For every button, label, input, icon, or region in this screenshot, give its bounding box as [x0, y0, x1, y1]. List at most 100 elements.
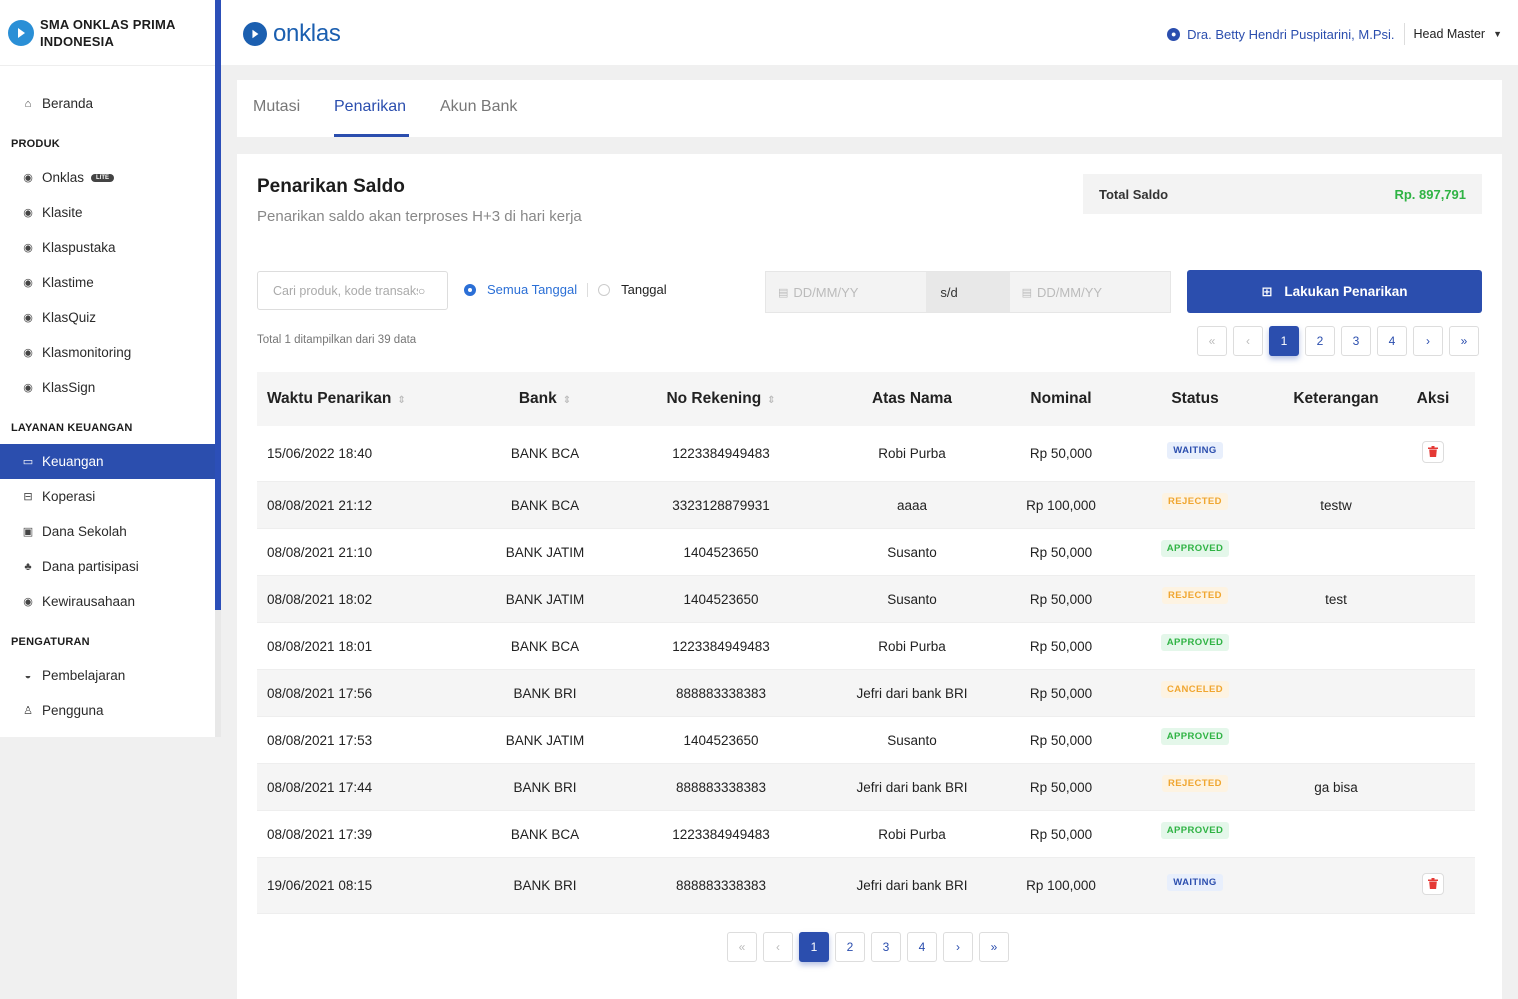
search-input[interactable] [273, 283, 418, 298]
cell-status: CANCELED [1115, 681, 1275, 702]
delete-button[interactable] [1422, 872, 1444, 895]
page-button-3[interactable]: 3 [1341, 326, 1371, 356]
delete-button[interactable] [1422, 440, 1444, 463]
last-page-button[interactable]: » [979, 932, 1009, 962]
klasquiz-icon: ◉ [23, 312, 33, 324]
sidebar-nav: ⌂ Beranda PRODUK ◉ Onklas LITE ◉ Klasite… [0, 66, 216, 728]
status-badge: WAITING [1167, 873, 1223, 891]
date-from-placeholder: DD/MM/YY [793, 284, 859, 300]
sidebar-section-pengaturan: PENGATURAN [11, 635, 90, 648]
user-role[interactable]: Head Master [1414, 27, 1486, 41]
trash-icon [1428, 446, 1438, 457]
sidebar-item-beranda[interactable]: ⌂ Beranda [0, 86, 216, 121]
first-page-button[interactable]: « [1197, 326, 1227, 356]
status-badge: APPROVED [1160, 822, 1230, 839]
table-row: 08/08/2021 17:39 BANK BCA 1223384949483 Rob… [257, 811, 1475, 858]
cell-time: 08/08/2021 17:44 [267, 779, 373, 795]
sidebar-item-label: Beranda [42, 96, 94, 111]
sort-icon[interactable]: ⇕ [397, 395, 405, 406]
status-badge: REJECTED [1162, 493, 1228, 510]
radio-all-dates-label[interactable]: Semua Tanggal [487, 282, 577, 297]
radio-all-dates[interactable] [464, 283, 476, 296]
sidebar-item-klasmonitoring[interactable]: ◉ Klasmonitoring [0, 335, 216, 370]
sidebar-scrollbar-thumb[interactable] [215, 0, 221, 610]
last-page-button[interactable]: » [1449, 326, 1479, 356]
column-header[interactable]: No Rekening ⇕ [625, 390, 817, 408]
status-badge: REJECTED [1162, 775, 1228, 792]
sidebar-item-dana-sekolah[interactable]: ▣ Dana Sekolah [0, 514, 216, 549]
home-icon: ⌂ [24, 97, 32, 110]
search-icon[interactable]: ○ [418, 284, 425, 298]
tab-mutasi[interactable]: Mutasi [253, 98, 300, 116]
sidebar-item-label: Dana Sekolah [42, 524, 127, 539]
user-menu[interactable]: ● Dra. Betty Hendri Puspitarini, M.Psi. … [1167, 23, 1502, 45]
caret-down-icon[interactable]: ▼ [1493, 29, 1502, 39]
search-box[interactable]: ○ [257, 271, 448, 310]
column-header: Status [1171, 390, 1219, 407]
sidebar-item-label: Klasmonitoring [42, 345, 132, 360]
status-badge: APPROVED [1160, 540, 1230, 557]
page-button-2[interactable]: 2 [1305, 326, 1335, 356]
tab-penarikan[interactable]: Penarikan [334, 98, 406, 116]
sidebar-item-klastime[interactable]: ◉ Klastime [0, 265, 216, 300]
page-button-4[interactable]: 4 [907, 932, 937, 962]
page-button-4[interactable]: 4 [1377, 326, 1407, 356]
cell-time: 08/08/2021 17:53 [267, 732, 373, 748]
first-page-button[interactable]: « [727, 932, 757, 962]
radio-date-label[interactable]: Tanggal [621, 282, 667, 297]
prev-page-button[interactable]: ‹ [1233, 326, 1263, 356]
page-button-1[interactable]: 1 [1269, 326, 1299, 356]
sidebar-item-klasquiz[interactable]: ◉ KlasQuiz [0, 300, 216, 335]
school-header: SMA ONKLAS PRIMA INDONESIA [0, 0, 216, 66]
prev-page-button[interactable]: ‹ [763, 932, 793, 962]
sidebar-item-pengguna[interactable]: ♙ Pengguna [0, 693, 216, 728]
page-button-3[interactable]: 3 [871, 932, 901, 962]
main-card: Penarikan Saldo Penarikan saldo akan ter… [237, 154, 1502, 999]
page-button-2[interactable]: 2 [835, 932, 865, 962]
cell-status: APPROVED [1115, 634, 1275, 655]
sort-icon[interactable]: ⇕ [767, 395, 775, 406]
table-row: 08/08/2021 17:56 BANK BRI 888883338383 Jefr… [257, 670, 1475, 717]
sidebar-item-koperasi[interactable]: ⊟ Koperasi [0, 479, 216, 514]
sidebar-scrollbar[interactable] [215, 0, 221, 737]
column-header[interactable]: Bank ⇕ [465, 390, 625, 408]
table-row: 08/08/2021 18:01 BANK BCA 1223384949483 Rob… [257, 623, 1475, 670]
column-header: Aksi [1416, 390, 1450, 407]
radio-date[interactable] [598, 283, 611, 296]
divider [1403, 23, 1405, 45]
cell-status: REJECTED [1115, 493, 1275, 514]
sidebar-item-pembelajaran[interactable]: ◒ Pembelajaran [0, 658, 216, 693]
sidebar-item-label: Dana partisipasi [42, 559, 139, 574]
sidebar-item-klasite[interactable]: ◉ Klasite [0, 195, 216, 230]
cell-amount: Rp 50,000 [1029, 685, 1093, 701]
sort-icon[interactable]: ⇕ [563, 395, 571, 406]
user-name[interactable]: Dra. Betty Hendri Puspitarini, M.Psi. [1187, 27, 1394, 42]
divider [587, 282, 589, 297]
status-badge: CANCELED [1161, 681, 1229, 698]
page-button-1[interactable]: 1 [799, 932, 829, 962]
status-badge: REJECTED [1162, 587, 1228, 604]
cell-bank: BANK BCA [510, 826, 580, 842]
dana-sekolah-icon: ▣ [22, 526, 34, 538]
sidebar-item-kewirausahaan[interactable]: ◉ Kewirausahaan [0, 584, 216, 619]
cell-status: WAITING [1115, 441, 1275, 463]
date-to-placeholder: DD/MM/YY [1037, 284, 1103, 300]
sidebar-item-klaspustaka[interactable]: ◉ Klaspustaka [0, 230, 216, 265]
date-range-separator: s/d [926, 272, 1010, 312]
tab-akun-bank[interactable]: Akun Bank [440, 98, 517, 116]
date-to-field[interactable]: ▤ DD/MM/YY [1010, 285, 1170, 300]
cell-account-name: Jefri dari bank BRI [856, 878, 968, 893]
cell-account-number: 1404523650 [683, 591, 759, 607]
sidebar-item-onklas[interactable]: ◉ Onklas LITE [0, 160, 216, 195]
sidebar-item-klassign[interactable]: ◉ KlasSign [0, 370, 216, 405]
table-row: 08/08/2021 18:02 BANK JATIM 1404523650 Susa… [257, 576, 1475, 623]
column-header[interactable]: Waktu Penarikan ⇕ [257, 390, 465, 408]
sidebar-item-dana-partisipasi[interactable]: ♣ Dana partisipasi [0, 549, 216, 584]
brand[interactable]: onklas [243, 20, 341, 48]
next-page-button[interactable]: › [1413, 326, 1443, 356]
sidebar-item-keuangan[interactable]: ▭ Keuangan [0, 444, 216, 479]
next-page-button[interactable]: › [943, 932, 973, 962]
withdraw-button[interactable]: ⊞ Lakukan Penarikan [1187, 270, 1482, 313]
pagination-top: « ‹ 1 2 3 4 › » [1197, 326, 1485, 356]
date-from-field[interactable]: ▤ DD/MM/YY [766, 285, 926, 300]
